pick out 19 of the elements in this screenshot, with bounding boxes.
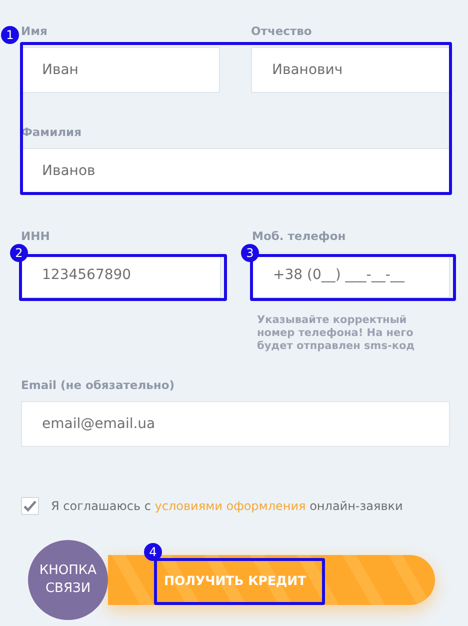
field-label: Фамилия — [21, 124, 82, 141]
marker-badge: 4 — [144, 543, 162, 561]
input-field[interactable]: Иван — [21, 47, 220, 93]
input-field[interactable]: Иванович — [251, 47, 450, 93]
phone-field[interactable]: +38 (0__) ___-__-__ — [252, 252, 450, 298]
field-label: Имя — [21, 23, 48, 40]
input-field[interactable]: 1234567890 — [21, 252, 221, 298]
marker-badge: 3 — [241, 244, 259, 262]
marker-badge: 2 — [10, 244, 28, 262]
field-label: Моб. телефон — [252, 228, 347, 245]
email-field[interactable]: email@email.ua — [21, 401, 450, 447]
input-field[interactable]: Иванов — [21, 148, 450, 194]
consent-text: Я соглашаюсь с условиями оформления онлайн-заявки — [51, 499, 403, 513]
field-label: Отчество — [251, 23, 313, 40]
field-label: Email (не обязательно) — [21, 377, 176, 394]
hint-text: Указывайте корректный номер телефона! На него будет отправлен sms-код — [256, 314, 416, 353]
marker-badge: 1 — [1, 26, 19, 44]
field-label: ИНН — [21, 228, 51, 245]
contact-button[interactable]: КНОПКА СВЯЗИ — [28, 540, 108, 620]
